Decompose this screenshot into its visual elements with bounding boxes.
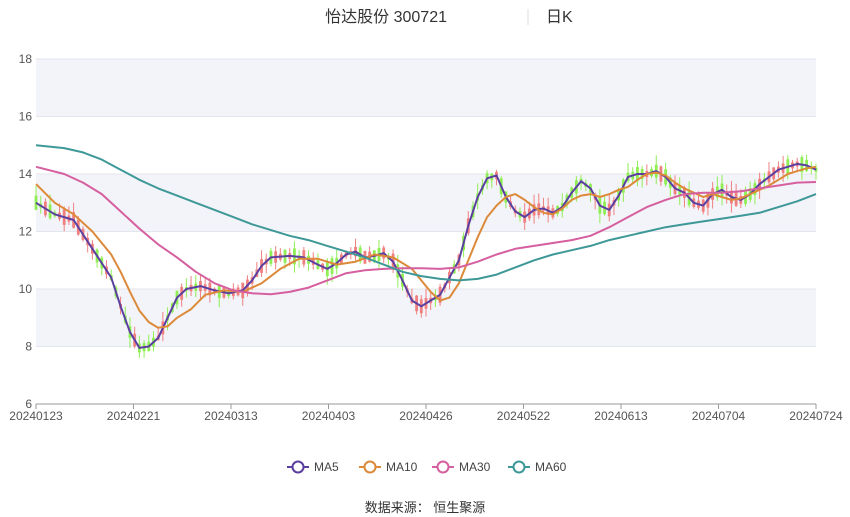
legend-marker — [291, 460, 305, 474]
legend-label: MA60 — [535, 460, 567, 474]
y-tick-label: 16 — [19, 110, 33, 124]
x-tick-label: 20240522 — [497, 409, 551, 423]
y-tick-label: 18 — [19, 52, 33, 66]
legend-label: MA10 — [386, 460, 418, 474]
y-tick-label: 8 — [25, 340, 32, 354]
legend-item-ma30[interactable]: MA30 — [432, 460, 491, 474]
chart-canvas: 怡达股份 300721 日K 68101214161820240123 20240… — [9, 8, 843, 515]
legend-marker — [436, 460, 450, 474]
plot-area: 68101214161820240123 20240221 20240313 2024… — [9, 52, 843, 423]
y-tick-label: 10 — [19, 282, 33, 296]
legend-label: MA5 — [314, 460, 339, 474]
x-tick-label: 20240724 — [789, 409, 843, 423]
y-tick-label: 12 — [19, 225, 33, 239]
chart-period[interactable]: 日K — [546, 9, 573, 26]
legend-item-ma60[interactable]: MA60 — [508, 460, 567, 474]
grid-band — [36, 59, 816, 117]
x-tick-label: 20240313 — [204, 409, 258, 423]
legend-label: MA30 — [459, 460, 491, 474]
x-tick-label: 20240426 — [399, 409, 453, 423]
legend-item-ma10[interactable]: MA10 — [359, 460, 418, 474]
x-tick-label: 20240403 — [302, 409, 356, 423]
data-source: 数据来源： 恒生聚源 — [365, 500, 486, 515]
x-tick-label: 20240123 — [9, 409, 63, 423]
legend-item-ma5[interactable]: MA5 — [287, 460, 339, 474]
chart-title: 怡达股份 300721 — [325, 8, 447, 26]
y-tick-label: 14 — [19, 167, 33, 181]
stock-kline-chart: 怡达股份 300721 日K 6 8 10 12 14 16 18 20240123 20240… — [0, 0, 850, 517]
legend: MA5 MA10 MA30 MA60 — [287, 460, 567, 474]
legend-marker — [363, 460, 377, 474]
x-tick-label: 20240221 — [107, 409, 161, 423]
legend-marker — [512, 460, 526, 474]
x-tick-label: 20240704 — [692, 409, 746, 423]
x-tick-label: 20240613 — [594, 409, 648, 423]
